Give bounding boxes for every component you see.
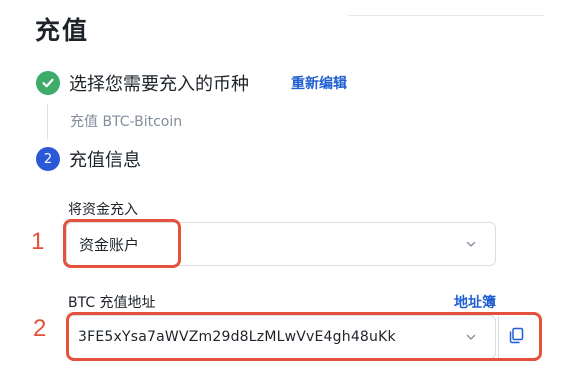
address-book-link[interactable]: 地址簿 (454, 292, 496, 312)
top-divider (348, 15, 544, 16)
deposit-into-select[interactable]: 资金账户 (66, 222, 496, 266)
check-icon (36, 71, 60, 95)
deposit-into-label: 将资金充入 (68, 202, 138, 218)
step-connector-line (47, 104, 48, 140)
deposit-into-value: 资金账户 (79, 235, 140, 254)
address-label: BTC 充值地址 (68, 295, 156, 311)
copy-icon (508, 327, 525, 348)
address-select[interactable]: 3FE5xYsa7aWVZm29d8LzMLwVvE4gh48uKk (66, 315, 496, 359)
annotation-marker-1: 1 (31, 228, 45, 255)
step2-title: 充值信息 (69, 150, 141, 171)
step1-title: 选择您需要充入的币种 (69, 74, 249, 95)
re-edit-link[interactable]: 重新编辑 (291, 73, 347, 93)
step1-header: 选择您需要充入的币种 重新编辑 (36, 70, 347, 96)
step2-number-badge: 2 (36, 147, 60, 171)
chevron-down-icon (459, 325, 483, 349)
page-title: 充值 (35, 16, 90, 45)
annotation-marker-2: 2 (33, 315, 47, 342)
address-value: 3FE5xYsa7aWVZm29d8LzMLwVvE4gh48uKk (78, 329, 396, 345)
step1-summary: 充值 BTC-Bitcoin (70, 114, 183, 130)
copy-button[interactable] (498, 315, 534, 359)
step2-header: 2 充值信息 (36, 146, 141, 172)
chevron-down-icon (459, 232, 483, 256)
